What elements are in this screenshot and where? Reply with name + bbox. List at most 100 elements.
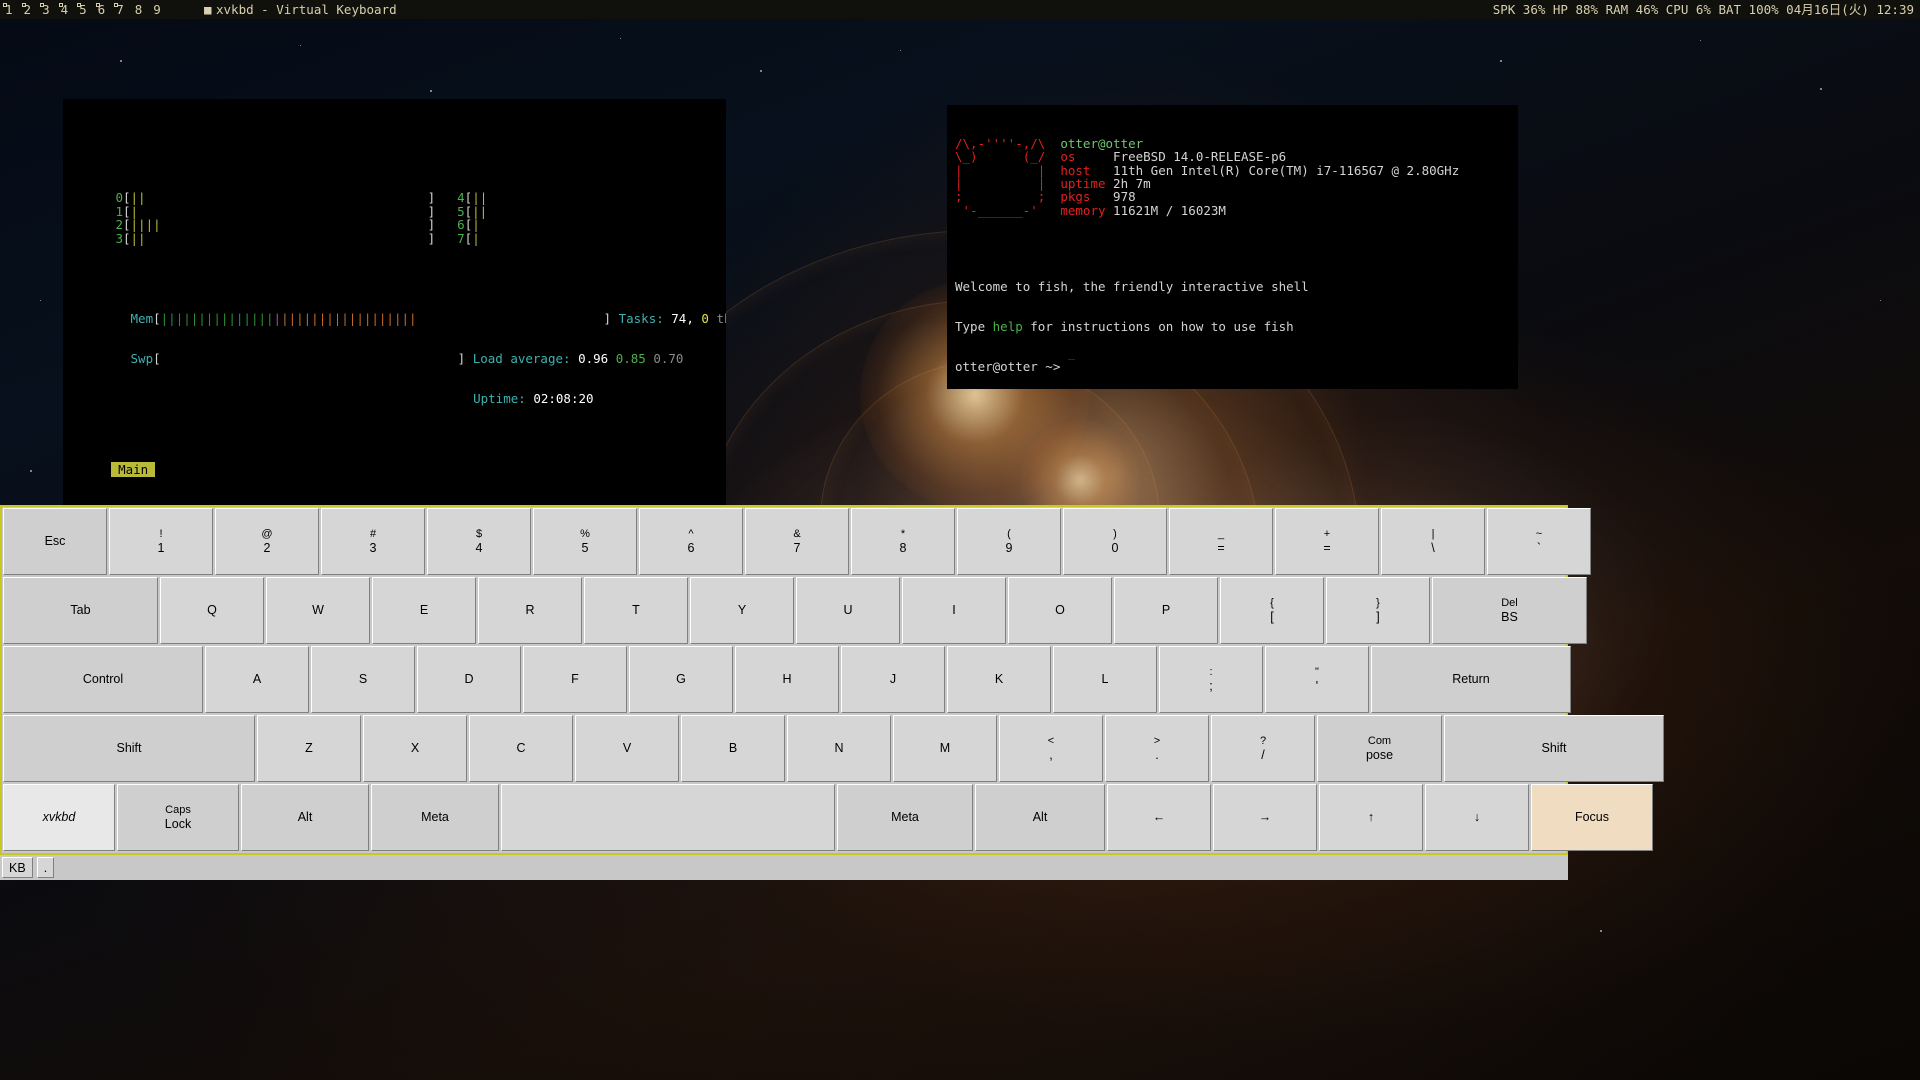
key-5[interactable]: % 5 (533, 508, 637, 575)
key-space[interactable]: → (1213, 784, 1317, 851)
key-l[interactable]: L (1053, 646, 1157, 713)
key-space[interactable]: ← (1107, 784, 1211, 851)
key-6[interactable]: ^ 6 (639, 508, 743, 575)
key-9[interactable]: (9 (957, 508, 1061, 575)
key-pose[interactable]: Com pose (1317, 715, 1442, 782)
workspace-tag-8[interactable]: 8 (130, 0, 149, 19)
key-space[interactable]: <, (999, 715, 1103, 782)
key-k[interactable]: K (947, 646, 1051, 713)
key-t[interactable]: T (584, 577, 688, 644)
key-z[interactable]: Z (257, 715, 361, 782)
key-g[interactable]: G (629, 646, 733, 713)
key-3[interactable]: #3 (321, 508, 425, 575)
htop-tab-bar[interactable]: Main (63, 450, 726, 478)
workspace-tag-5[interactable]: 5 (74, 0, 93, 19)
key-c[interactable]: C (469, 715, 573, 782)
key-0[interactable]: ) 0 (1063, 508, 1167, 575)
key-return[interactable]: Return (1371, 646, 1571, 713)
uptime-label: Uptime: (473, 391, 526, 407)
key-space[interactable]: | \ (1381, 508, 1485, 575)
key-label: R (525, 603, 535, 618)
key-control[interactable]: Control (3, 646, 203, 713)
key-y[interactable]: Y (690, 577, 794, 644)
key-4[interactable]: $4 (427, 508, 531, 575)
fastfetch-terminal-window[interactable]: /\,-''''-,/\ otter@otter \_) (_/ os FreeB… (947, 105, 1518, 389)
key-m[interactable]: M (893, 715, 997, 782)
key-space[interactable]: ↑ (1319, 784, 1423, 851)
key-space[interactable]: _ = (1169, 508, 1273, 575)
key-bs[interactable]: Del BS (1432, 577, 1587, 644)
star (1880, 300, 1881, 301)
key-x[interactable]: X (363, 715, 467, 782)
key-i[interactable]: I (902, 577, 1006, 644)
key-focus[interactable]: Focus (1531, 784, 1653, 851)
key-b[interactable]: B (681, 715, 785, 782)
key-tab[interactable]: Tab (3, 577, 158, 644)
key-u[interactable]: U (796, 577, 900, 644)
tag-occupied-indicator-icon (21, 3, 26, 7)
xvkbd-virtual-keyboard[interactable]: Esc! 1 @2 #3 $4% 5 ^ 6 & 7 * 8(9) 0 _ = + = | \ ~ ` Tab Q W E R T Y… (0, 505, 1664, 855)
htop-terminal-window[interactable]: 0[||]4[||]1[|]5[||]2[||||]6[|]3[||]7[|] … (63, 99, 726, 505)
workspace-tag-1[interactable]: 1 (0, 0, 19, 19)
key-space[interactable]: ~ ` (1487, 508, 1591, 575)
key-shift-label: % (580, 527, 590, 540)
key-s[interactable]: S (311, 646, 415, 713)
key-label: = (1217, 540, 1225, 555)
workspace-tag-9[interactable]: 9 (148, 0, 167, 19)
key-alt[interactable]: Alt (241, 784, 369, 851)
star (1600, 930, 1602, 932)
key-alt[interactable]: Alt (975, 784, 1105, 851)
key-o[interactable]: O (1008, 577, 1112, 644)
workspace-tag-7[interactable]: 7 (111, 0, 130, 19)
key-1[interactable]: ! 1 (109, 508, 213, 575)
key-meta[interactable]: Meta (837, 784, 973, 851)
key-r[interactable]: R (478, 577, 582, 644)
workspace-tags[interactable]: 123456789 (0, 0, 167, 19)
key-h[interactable]: H (735, 646, 839, 713)
key-shift[interactable]: Shift (1444, 715, 1664, 782)
key-n[interactable]: N (787, 715, 891, 782)
workspace-tag-6[interactable]: 6 (93, 0, 112, 19)
workspace-tag-2[interactable]: 2 (19, 0, 38, 19)
tab-main[interactable]: Main (111, 462, 156, 478)
key-7[interactable]: & 7 (745, 508, 849, 575)
key-w[interactable]: W (266, 577, 370, 644)
freebsd-logo-ascii-icon: '-______-' (955, 202, 1061, 218)
key-space[interactable]: + = (1275, 508, 1379, 575)
key-space[interactable]: {[ (1220, 577, 1324, 644)
key-a[interactable]: A (205, 646, 309, 713)
key-space[interactable]: " ' (1265, 646, 1369, 713)
key-meta[interactable]: Meta (371, 784, 499, 851)
kbd-bottom-button-kb[interactable]: KB (2, 857, 33, 878)
key-v[interactable]: V (575, 715, 679, 782)
star (760, 70, 762, 72)
fish-prompt-line[interactable]: otter@otter ~> █ (955, 359, 1518, 375)
xvkbd-bottom-bar[interactable]: KB. (0, 855, 1568, 880)
workspace-tag-3[interactable]: 3 (37, 0, 56, 19)
kbd-bottom-button--[interactable]: . (36, 857, 55, 878)
key-p[interactable]: P (1114, 577, 1218, 644)
key-f[interactable]: F (523, 646, 627, 713)
key-e[interactable]: E (372, 577, 476, 644)
key-space[interactable]: }] (1326, 577, 1430, 644)
key-8[interactable]: * 8 (851, 508, 955, 575)
key-shift-label: < (1047, 734, 1055, 747)
key-space[interactable]: >. (1105, 715, 1209, 782)
key-space[interactable]: ↓ (1425, 784, 1529, 851)
key-shift[interactable]: Shift (3, 715, 255, 782)
key-j[interactable]: J (841, 646, 945, 713)
key-space[interactable]: ? / (1211, 715, 1315, 782)
key-label: ↑ (1367, 810, 1375, 825)
key-xvkbd[interactable]: xvkbd (3, 784, 115, 851)
window-title: xvkbd - Virtual Keyboard (216, 2, 397, 17)
key-q[interactable]: Q (160, 577, 264, 644)
tag-occupied-indicator-icon (95, 3, 100, 7)
key-esc[interactable]: Esc (3, 508, 107, 575)
key-space[interactable] (501, 784, 835, 851)
key-d[interactable]: D (417, 646, 521, 713)
key-lock[interactable]: Caps Lock (117, 784, 239, 851)
key-space[interactable]: :; (1159, 646, 1263, 713)
key-2[interactable]: @2 (215, 508, 319, 575)
key-label: G (676, 672, 686, 687)
workspace-tag-4[interactable]: 4 (56, 0, 75, 19)
